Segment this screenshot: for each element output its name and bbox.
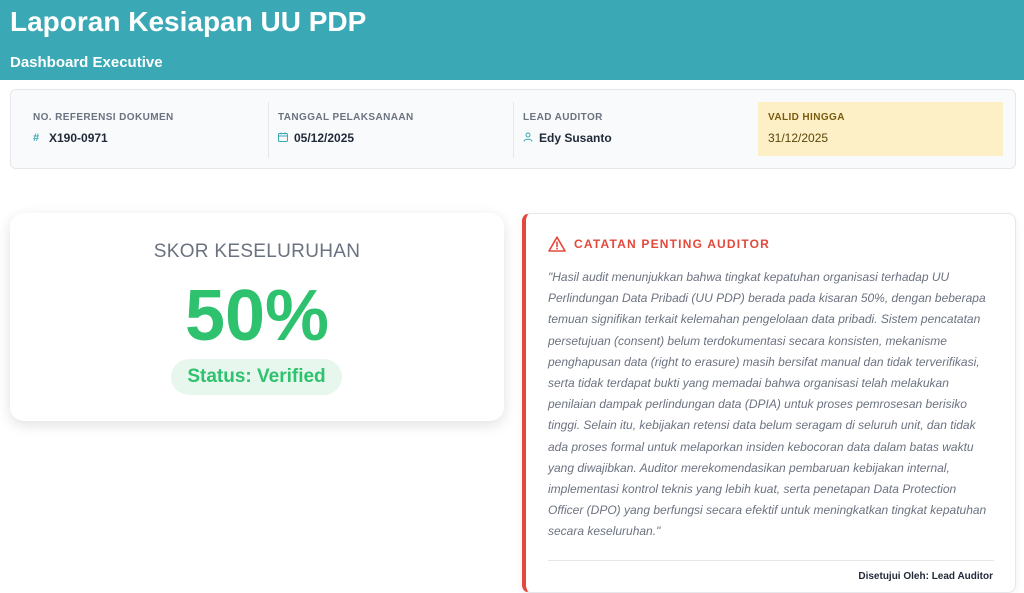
warning-icon [548, 236, 566, 252]
meta-valid-label: VALID HINGGA [768, 112, 845, 123]
meta-reference: NO. REFERENSI DOKUMEN # X190-0971 [11, 102, 269, 158]
meta-auditor-value: Edy Susanto [539, 131, 612, 145]
hash-icon: # [33, 132, 40, 144]
note-body: "Hasil audit menunjukkan bahwa tingkat k… [548, 270, 987, 539]
meta-date-label: TANGGAL PELAKSANAAN [278, 112, 414, 123]
document-meta-bar: NO. REFERENSI DOKUMEN # X190-0971 TANGGA… [10, 89, 1016, 169]
user-icon [523, 132, 533, 145]
meta-auditor: LEAD AUDITOR Edy Susanto [501, 102, 746, 158]
page-title: Laporan Kesiapan UU PDP [10, 6, 367, 37]
divider [548, 560, 994, 561]
meta-date: TANGGAL PELAKSANAAN 05/12/2025 [256, 102, 514, 158]
score-label: SKOR KESELURUHAN [153, 241, 361, 262]
meta-reference-value: X190-0971 [49, 131, 108, 145]
meta-reference-label: NO. REFERENSI DOKUMEN [33, 112, 174, 123]
status-badge: Status: Verified [171, 359, 342, 395]
calendar-icon [278, 132, 288, 145]
note-title: CATATAN PENTING AUDITOR [574, 237, 771, 251]
approval-signature: Disetujui Oleh: Lead Auditor [858, 571, 993, 582]
meta-valid-value: 31/12/2025 [768, 131, 829, 145]
meta-date-value: 05/12/2025 [294, 131, 355, 145]
page-header: Laporan Kesiapan UU PDP Dashboard Execut… [0, 0, 1024, 80]
score-value: 50% [184, 276, 330, 356]
overall-score-card: SKOR KESELURUHAN 50% Status: Verified [10, 213, 504, 421]
auditor-note-card: CATATAN PENTING AUDITOR "Hasil audit men… [522, 213, 1016, 593]
meta-auditor-label: LEAD AUDITOR [523, 112, 603, 123]
meta-valid-until: VALID HINGGA 31/12/2025 [758, 102, 1003, 156]
page-subtitle: Dashboard Executive [10, 54, 163, 71]
